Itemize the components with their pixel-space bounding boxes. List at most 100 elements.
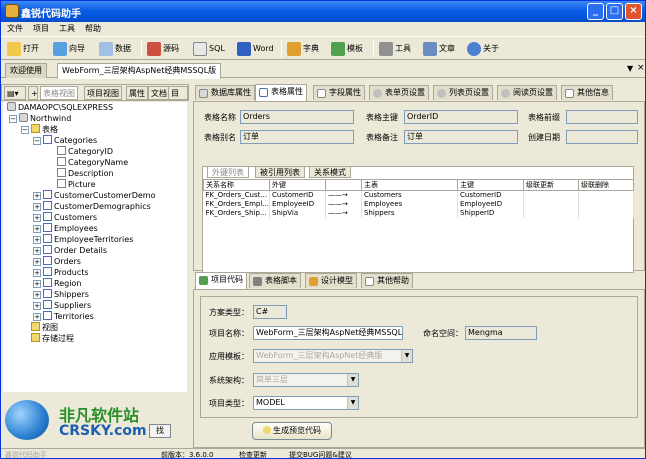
open-button[interactable]: 打开 — [7, 40, 39, 58]
expand-icon[interactable]: + — [33, 291, 41, 299]
expand-icon[interactable]: + — [33, 192, 41, 200]
architecture-select[interactable]: 简单三层 ▼ — [253, 373, 359, 387]
column-header[interactable]: 主键 — [457, 179, 524, 191]
tree-table-node[interactable]: Suppliers — [43, 300, 91, 311]
tools-button[interactable]: 工具 — [379, 40, 411, 58]
menu-file[interactable]: 文件 — [7, 22, 23, 36]
column-header[interactable]: 关系名称 — [203, 179, 270, 191]
tree-table-node[interactable]: EmployeeTerritories — [43, 234, 133, 245]
tab-form-page[interactable]: 表单页设置 — [369, 85, 429, 100]
column-header[interactable]: 主表 — [361, 179, 458, 191]
table-row[interactable]: FK_Orders_Cust... CustomerID ——→ Customers C… — [203, 190, 634, 200]
data-button[interactable]: 数据 — [99, 40, 131, 58]
tree-column-node[interactable]: Description — [57, 168, 114, 179]
tab-fk-list[interactable]: 外键列表 — [207, 166, 249, 178]
menu-help[interactable]: 帮助 — [85, 22, 101, 36]
tree-database-node[interactable]: Northwind — [19, 113, 71, 124]
tab-webform-project[interactable]: WebForm_三层架构AspNet经典MSSQL版 — [57, 63, 222, 79]
expand-icon[interactable]: + — [33, 247, 41, 255]
project-type-select[interactable]: MODEL ▼ — [253, 396, 359, 410]
dictionary-button[interactable]: 字典 — [287, 40, 319, 58]
tree-table-node[interactable]: CustomerCustomerDemo — [43, 190, 156, 201]
tree-table-node[interactable]: Shippers — [43, 289, 89, 300]
expand-icon[interactable]: + — [33, 280, 41, 288]
menu-tools[interactable]: 工具 — [59, 22, 75, 36]
namespace-field[interactable]: Mengma — [465, 326, 537, 340]
created-date-field[interactable] — [566, 130, 638, 144]
tab-other-help[interactable]: 其他帮助 — [361, 273, 413, 288]
tab-database-props[interactable]: 数据库属性 — [195, 85, 255, 100]
tree-table-node[interactable]: Territories — [43, 311, 94, 322]
minimize-button[interactable]: _ — [587, 3, 604, 20]
status-check-update[interactable]: 检查更新 — [239, 450, 267, 458]
tree-table-node[interactable]: Employees — [43, 223, 98, 234]
expand-icon[interactable]: + — [33, 313, 41, 321]
tree-table-node[interactable]: Categories — [43, 135, 97, 146]
table-pk-field[interactable]: OrderID — [404, 110, 518, 124]
template-select[interactable]: WebForm_三层架构AspNet经典版 ▼ — [253, 349, 413, 363]
generate-preview-button[interactable]: 生成预览代码 — [252, 422, 332, 440]
dropdown-arrow-icon[interactable]: ▼ — [627, 64, 633, 73]
expand-icon[interactable]: + — [33, 258, 41, 266]
tab-other-info[interactable]: 其他信息 — [561, 85, 613, 100]
expand-icon[interactable]: + — [33, 225, 41, 233]
close-tab-icon[interactable]: × — [637, 63, 645, 73]
tab-properties[interactable]: 属性 — [126, 86, 148, 100]
about-button[interactable]: 关于 — [467, 40, 499, 58]
tab-table-script[interactable]: 表格脚本 — [249, 273, 301, 288]
table-row[interactable]: FK_Orders_Empl... EmployeeID ——→ Employees E… — [203, 199, 634, 209]
tab-project-code[interactable]: 项目代码 — [195, 272, 247, 289]
tree-table-node[interactable]: Order Details — [43, 245, 107, 256]
tree-table-node[interactable]: CustomerDemographics — [43, 201, 151, 212]
project-name-field[interactable]: WebForm_三层架构AspNet经典MSSQL版 — [253, 326, 403, 340]
tab-read-page[interactable]: 阅读页设置 — [497, 85, 557, 100]
tab-table-view[interactable]: 表格视图 — [40, 86, 78, 100]
expand-icon[interactable]: + — [33, 302, 41, 310]
table-prefix-field[interactable] — [566, 110, 638, 124]
template-button[interactable]: 模板 — [331, 40, 363, 58]
expand-all-button[interactable]: + — [28, 86, 38, 100]
tree-table-node[interactable]: Region — [43, 278, 81, 289]
collapse-icon[interactable]: − — [33, 137, 41, 145]
tab-list-page[interactable]: 列表页设置 — [433, 85, 493, 100]
tree-column-node[interactable]: CategoryName — [57, 157, 128, 168]
column-header[interactable]: 级联更新 — [523, 179, 579, 191]
word-button[interactable]: Word — [237, 40, 274, 58]
expand-icon[interactable]: + — [33, 269, 41, 277]
table-alias-field[interactable]: 订单 — [240, 130, 354, 144]
wizard-button[interactable]: 向导 — [53, 40, 85, 58]
tree-procs-folder[interactable]: 存储过程 — [31, 333, 74, 344]
collapse-icon[interactable]: − — [21, 126, 29, 134]
status-submit-bug[interactable]: 提交BUG问题&建议 — [289, 450, 352, 458]
tab-design-model[interactable]: 设计模型 — [305, 273, 357, 288]
column-header[interactable]: 外键 — [269, 179, 326, 191]
small-action-button[interactable]: 找 — [149, 424, 171, 438]
expand-icon[interactable]: + — [33, 203, 41, 211]
table-remark-field[interactable]: 订单 — [404, 130, 518, 144]
tree-table-node[interactable]: Products — [43, 267, 89, 278]
panel-menu-button[interactable]: ▤▾ — [4, 86, 26, 100]
collapse-icon[interactable]: − — [9, 115, 17, 123]
tab-directory[interactable]: 目录 — [168, 86, 188, 111]
tree-column-node[interactable]: CategoryID — [57, 146, 113, 157]
column-header[interactable]: 级联删除 — [578, 179, 634, 191]
maximize-button[interactable]: □ — [606, 3, 623, 20]
column-header[interactable] — [325, 179, 362, 191]
close-button[interactable]: × — [625, 3, 642, 20]
source-button[interactable]: 源码 — [147, 40, 179, 58]
expand-icon[interactable]: + — [33, 214, 41, 222]
tab-relation-mode[interactable]: 关系模式 — [309, 166, 351, 178]
tab-referenced-list[interactable]: 被引用列表 — [255, 166, 305, 178]
tree-tables-folder[interactable]: 表格 — [31, 124, 58, 135]
tab-project-view[interactable]: 项目视图 — [84, 86, 122, 100]
table-row[interactable]: FK_Orders_Ship... ShipVia ——→ Shippers Shipp… — [203, 208, 634, 218]
tree-server-node[interactable]: DAMAOPC\SQLEXPRESS — [7, 102, 113, 113]
tab-documents[interactable]: 文档 — [148, 86, 170, 100]
scheme-field[interactable]: C# — [253, 305, 287, 319]
tree-column-node[interactable]: Picture — [57, 179, 96, 190]
tab-welcome[interactable]: 欢迎使用 — [5, 63, 47, 78]
tab-field-props[interactable]: 字段属性 — [313, 85, 365, 100]
tree-table-node[interactable]: Customers — [43, 212, 97, 223]
table-name-field[interactable]: Orders — [240, 110, 354, 124]
tree-table-node[interactable]: Orders — [43, 256, 81, 267]
